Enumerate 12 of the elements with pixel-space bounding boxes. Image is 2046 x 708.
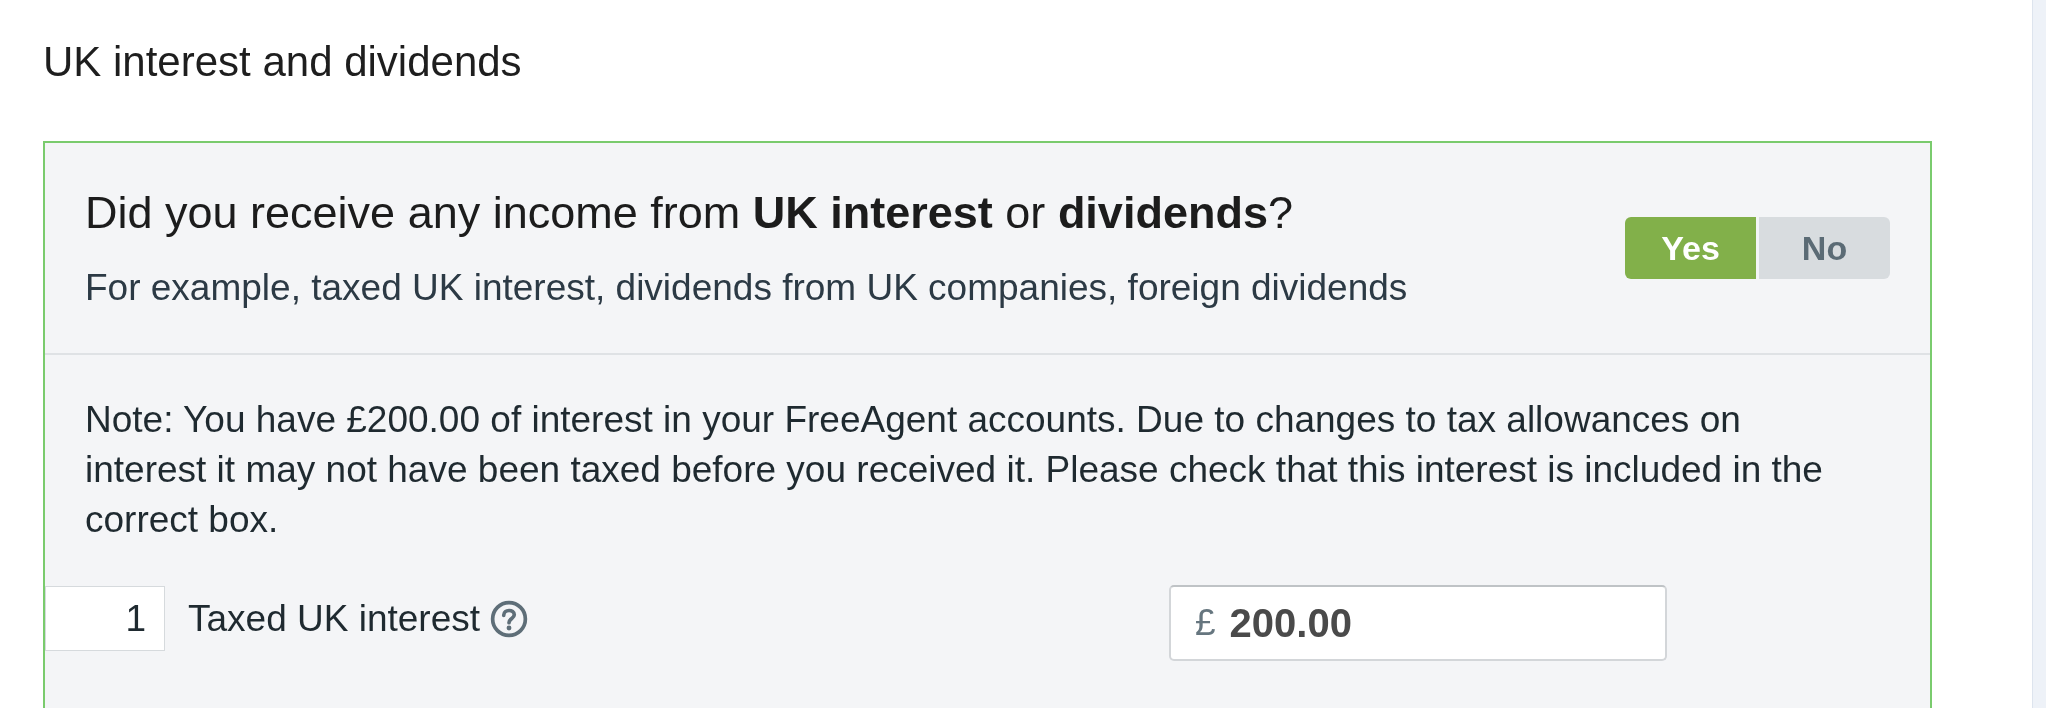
help-icon[interactable] — [490, 599, 529, 638]
answer-option[interactable]: No — [1759, 217, 1890, 279]
field-label: Taxed UK interest — [188, 597, 481, 640]
note-text: Note: You have £200.00 of interest in your FreeAgent accounts. Due to changes to tax allowances on interest it may not have been taxed before you received it. Please check that this interest is included in the correct box. — [85, 398, 1824, 542]
amount-field[interactable]: £ 200.00 — [1169, 585, 1667, 661]
question-hint: For example, taxed UK interest, dividends from UK companies, foreign dividends — [85, 266, 1408, 310]
answer-option[interactable]: Yes — [1625, 217, 1756, 279]
question-text: Did you receive any income from UK interest or dividends? — [85, 186, 1293, 240]
section-title: UK interest and dividends — [43, 37, 522, 87]
amount-value: 200.00 — [1229, 600, 1352, 646]
box-number: 1 — [45, 586, 165, 651]
currency-symbol: £ — [1195, 602, 1216, 644]
